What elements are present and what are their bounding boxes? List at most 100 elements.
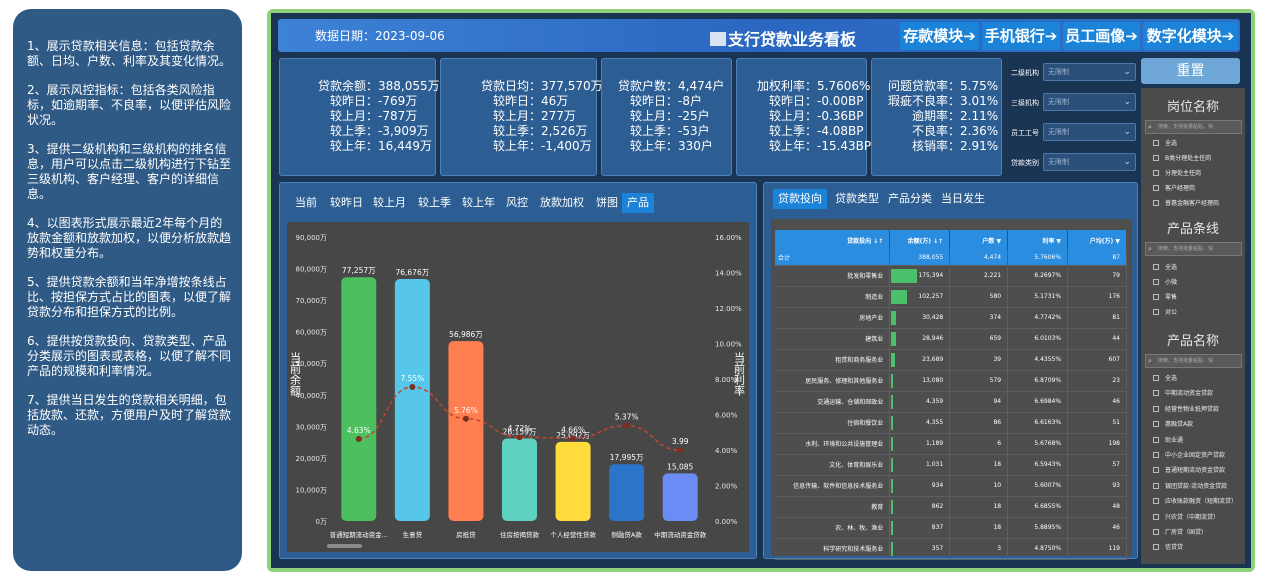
table-tab[interactable]: 产品分类	[888, 189, 932, 209]
bar[interactable]	[341, 277, 377, 521]
chart-tab[interactable]: 饼图	[596, 193, 618, 213]
table-row[interactable]: 文化、体育和娱乐业 1,031 18 6.5943% 57	[775, 454, 1127, 476]
reset-button[interactable]: 重置	[1141, 58, 1240, 84]
side-option[interactable]: 对公	[1153, 307, 1177, 316]
checkbox[interactable]	[1153, 264, 1159, 270]
chart-tab[interactable]: 较上年	[462, 193, 495, 213]
checkbox[interactable]	[1153, 421, 1159, 428]
chart-tab[interactable]: 风控	[506, 193, 528, 213]
side-search-input[interactable]: ⌕ 搜索，支持批量粘贴、快	[1145, 120, 1242, 134]
checkbox[interactable]	[1153, 544, 1159, 551]
checkbox[interactable]	[1153, 467, 1159, 474]
side-search-input[interactable]: ⌕ 搜索，支持批量粘贴、快	[1145, 242, 1242, 256]
nav-employee-profile-button[interactable]: 员工画像➔	[1063, 22, 1140, 50]
table-row[interactable]: 住宿和餐饮业 4,355 86 6.6163% 51	[775, 412, 1127, 434]
side-option[interactable]: 中小企业固定资产贷款	[1153, 450, 1225, 459]
table-row[interactable]: 居民服务、修理和其他服务业 13,080 579 6.8709% 23	[775, 370, 1127, 392]
rate-point[interactable]	[623, 422, 630, 429]
side-option[interactable]: 全选	[1153, 373, 1177, 382]
chart-tab[interactable]: 较上月	[373, 193, 406, 213]
table-row[interactable]: 租赁和商务服务业 23,689 39 4.4355% 607	[775, 349, 1127, 371]
chart-tab[interactable]: 较昨日	[330, 193, 363, 213]
chart-scrollbar[interactable]	[327, 544, 362, 548]
nav-digital-button[interactable]: 数字化模块➔	[1143, 22, 1238, 50]
bar[interactable]	[448, 341, 484, 521]
side-option[interactable]: 经营性物业抵押贷款	[1153, 404, 1219, 413]
checkbox[interactable]	[1153, 482, 1159, 489]
filter-select[interactable]: 无限制 ⌄	[1043, 123, 1136, 141]
table-row[interactable]: 建筑业 28,946 659 6.0103% 44	[775, 328, 1127, 350]
rate-point[interactable]	[677, 447, 684, 454]
chart-tab[interactable]: 当前	[295, 193, 317, 213]
nav-mobile-banking-button[interactable]: 手机银行➔	[982, 22, 1060, 50]
checkbox[interactable]	[1153, 170, 1159, 176]
side-option[interactable]: 全选	[1153, 262, 1177, 271]
side-option[interactable]: 小微	[1153, 277, 1177, 286]
checkbox[interactable]	[1153, 155, 1159, 161]
rate-point[interactable]	[355, 435, 362, 442]
filter-select[interactable]: 无限制 ⌄	[1043, 63, 1136, 81]
filter-select[interactable]: 无限制 ⌄	[1043, 93, 1136, 111]
checkbox[interactable]	[1153, 309, 1159, 315]
side-option[interactable]: 银团贷款-流动资金贷款	[1153, 481, 1227, 490]
rate-point[interactable]	[516, 434, 523, 441]
checkbox[interactable]	[1153, 390, 1159, 397]
table-header[interactable]: 利率 ▼	[1007, 230, 1069, 250]
chart-tab[interactable]: 产品	[622, 193, 654, 213]
nav-deposit-button[interactable]: 存款模块➔	[900, 22, 979, 50]
side-option[interactable]: 普惠金融客户经理岗	[1153, 198, 1219, 207]
side-option[interactable]: 助业通	[1153, 435, 1183, 444]
table-tab[interactable]: 当日发生	[941, 189, 985, 209]
rate-point[interactable]	[570, 435, 577, 442]
table-row[interactable]: 房地产业 30,428 374 4.7742% 81	[775, 307, 1127, 329]
checkbox[interactable]	[1153, 140, 1159, 146]
checkbox[interactable]	[1153, 185, 1159, 191]
bar[interactable]	[394, 279, 430, 521]
side-option[interactable]: 零售	[1153, 292, 1177, 301]
side-option[interactable]: 信贷贷	[1153, 542, 1183, 551]
side-option[interactable]: B类分理处主任岗	[1153, 153, 1211, 162]
table-row[interactable]: 农、林、牧、渔业 837 18 5.8895% 46	[775, 517, 1127, 539]
chart-tab[interactable]: 放款加权	[540, 193, 584, 213]
bar[interactable]	[555, 441, 591, 521]
table-header[interactable]: 户均(万) ▼	[1067, 230, 1127, 250]
table-row[interactable]: 科学研究和技术服务业 357 3 4.8750% 119	[775, 538, 1127, 560]
table-row[interactable]: 交通运输、仓储和邮政业 4,359 94 6.6984% 46	[775, 391, 1127, 413]
side-option[interactable]: 普通短期流动资金贷款	[1153, 465, 1225, 474]
checkbox[interactable]	[1153, 200, 1159, 206]
side-option[interactable]: 全选	[1153, 138, 1177, 147]
bar[interactable]	[502, 438, 537, 521]
side-option[interactable]: 兴农贷（中期流贷）	[1153, 512, 1219, 521]
side-option[interactable]: 厂房贷（国贷）	[1153, 527, 1207, 536]
side-option[interactable]: 应收账款融资（短期流贷）	[1153, 496, 1237, 505]
checkbox[interactable]	[1153, 452, 1159, 458]
side-option[interactable]: 惠融贷A款	[1153, 419, 1193, 428]
side-search-input[interactable]: ⌕ 搜索，支持批量粘贴、快	[1145, 354, 1242, 368]
table-tab[interactable]: 贷款投向	[773, 189, 827, 209]
table-header[interactable]: 贷款投向 ↓↑	[775, 230, 891, 250]
side-option[interactable]: 客户经理岗	[1153, 183, 1195, 192]
rate-point[interactable]	[462, 415, 469, 422]
bar[interactable]	[609, 464, 645, 521]
table-row[interactable]: 教育 862 18 6.6855% 48	[775, 496, 1127, 518]
side-option[interactable]: 中期流动资金贷款	[1153, 388, 1213, 397]
bar[interactable]	[662, 473, 698, 521]
filter-select[interactable]: 无限制 ⌄	[1043, 153, 1136, 171]
checkbox[interactable]	[1153, 436, 1159, 443]
side-option[interactable]: 分理处主任岗	[1153, 168, 1201, 177]
checkbox[interactable]	[1153, 375, 1159, 381]
table-row[interactable]: 制造业 102,257 580 5.1731% 176	[775, 286, 1127, 308]
checkbox[interactable]	[1153, 513, 1159, 520]
checkbox[interactable]	[1153, 529, 1159, 535]
table-row[interactable]: 批发和零售业 175,394 2,221 6.2697% 79	[775, 265, 1127, 287]
checkbox[interactable]	[1153, 279, 1159, 285]
checkbox[interactable]	[1153, 405, 1159, 412]
chart-tab[interactable]: 较上季	[418, 193, 451, 213]
table-tab[interactable]: 贷款类型	[835, 189, 879, 209]
checkbox[interactable]	[1153, 498, 1159, 505]
table-header[interactable]: 余额(万) ↓↑	[889, 230, 951, 250]
table-row[interactable]: 水利、环境和公共设施管理业 1,189 6 5.6768% 198	[775, 433, 1127, 455]
table-row[interactable]: 信息传输、软件和信息技术服务业 934 10 5.6007% 93	[775, 475, 1127, 497]
table-header[interactable]: 户数 ▼	[949, 230, 1009, 250]
checkbox[interactable]	[1153, 294, 1159, 300]
